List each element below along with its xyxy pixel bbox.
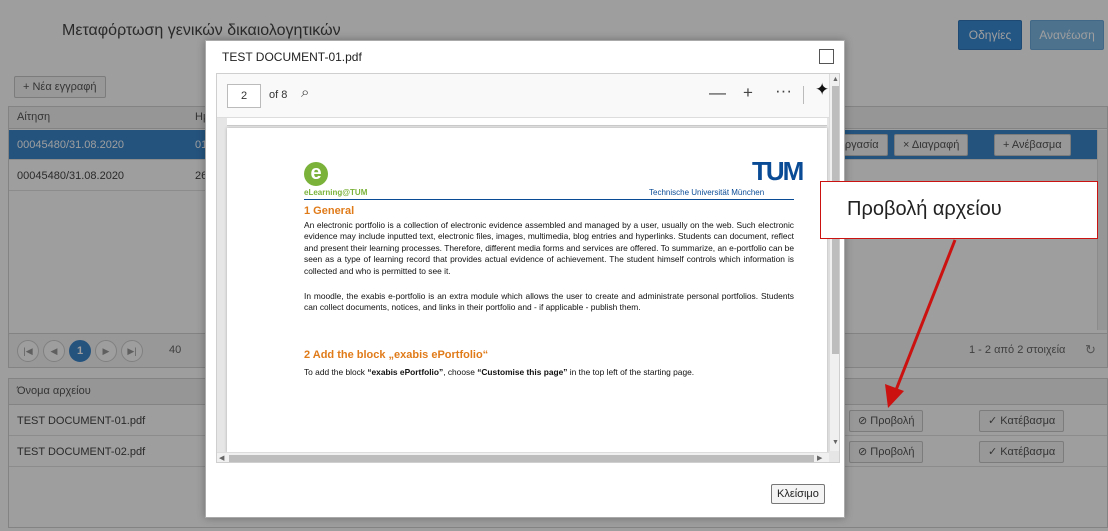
page-number-input[interactable]: 2 <box>227 84 261 108</box>
scroll-right-icon[interactable]: ▶ <box>817 454 822 462</box>
pdf-viewer: 2 of 8 ⌕ — + ··· ✦ e eLearning@TUM TUM T… <box>216 73 840 463</box>
tum-logo-text: Technische Universität München <box>649 188 765 197</box>
modal-title: TEST DOCUMENT-01.pdf <box>222 50 362 64</box>
zoom-out-icon[interactable]: — <box>709 83 726 103</box>
header-rule <box>304 199 794 200</box>
toolbar-divider <box>803 86 804 104</box>
scroll-thumb[interactable] <box>229 455 814 462</box>
tum-logo: TUM <box>752 156 804 186</box>
section-heading: 1 General <box>304 205 355 217</box>
callout-box: Προβολή αρχείου <box>820 181 1098 239</box>
pdf-modal: TEST DOCUMENT-01.pdf 2 of 8 ⌕ — + ··· ✦ … <box>205 40 845 518</box>
paragraph: An electronic portfolio is a collection … <box>304 220 794 276</box>
pin-icon[interactable]: ✦ <box>815 80 829 100</box>
more-options-icon[interactable]: ··· <box>775 81 792 101</box>
pdf-vertical-scrollbar[interactable]: ▲ ▼ <box>829 74 839 451</box>
callout-text: Προβολή αρχείου <box>847 198 1002 220</box>
paragraph-bold: “exabis ePortfolio” <box>367 367 444 377</box>
paragraph: To add the block “exabis ePortfolio”, ch… <box>304 367 794 378</box>
paragraph-text: To add the block <box>304 367 368 377</box>
zoom-in-icon[interactable]: + <box>743 83 753 103</box>
scroll-down-icon[interactable]: ▼ <box>832 439 839 446</box>
page-total: of 8 <box>269 89 288 101</box>
pdf-horizontal-scrollbar[interactable]: ◀ ▶ <box>217 452 829 462</box>
section-heading: 2 Add the block „exabis ePortfolio“ <box>304 349 489 361</box>
maximize-icon[interactable] <box>819 49 834 64</box>
elearning-logo-text: eLearning@TUM <box>304 188 368 197</box>
scroll-left-icon[interactable]: ◀ <box>219 454 224 462</box>
search-icon[interactable]: ⌕ <box>301 84 309 101</box>
previous-page-edge <box>227 118 827 126</box>
paragraph-text: in the top left of the starting page. <box>567 367 695 377</box>
paragraph-bold: “Customise this page” <box>477 367 568 377</box>
close-button[interactable]: Κλείσιμο <box>771 484 825 504</box>
pdf-page: e eLearning@TUM TUM Technische Universit… <box>227 128 827 453</box>
elearning-logo: e <box>304 162 328 186</box>
pdf-toolbar: 2 of 8 ⌕ — + ··· ✦ <box>217 74 829 118</box>
paragraph-text: , choose <box>443 367 478 377</box>
paragraph: In moodle, the exabis e-portfolio is an … <box>304 291 794 313</box>
scroll-up-icon[interactable]: ▲ <box>832 76 839 83</box>
